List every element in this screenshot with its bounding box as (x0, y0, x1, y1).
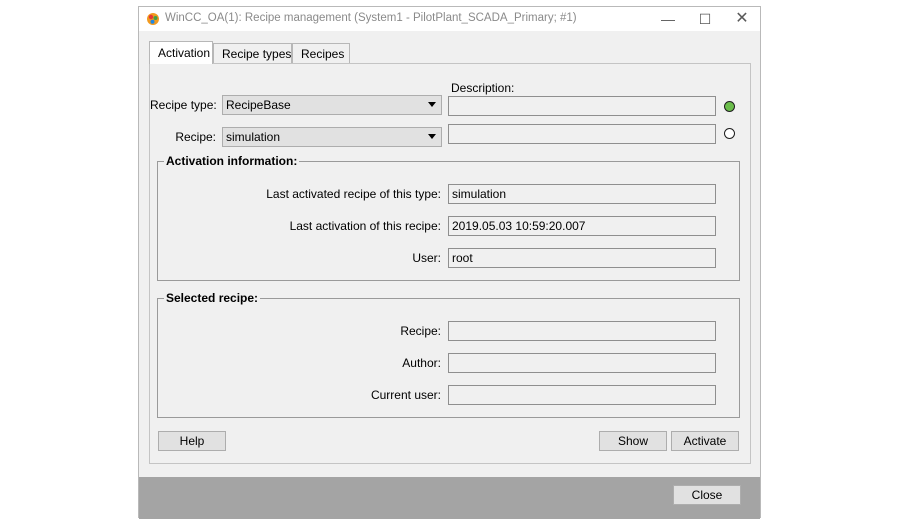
title-bar: WinCC_OA(1): Recipe management (System1 … (139, 7, 760, 31)
activation-information-group: Activation information: Last activated r… (157, 154, 740, 281)
selected-recipe-label: Recipe: (400, 324, 441, 338)
recipe-type-dropdown[interactable]: RecipeBase (222, 95, 442, 115)
last-activated-recipe-field: simulation (448, 184, 716, 204)
recipe-type-label: Recipe type: (150, 98, 217, 112)
recipe-dropdown[interactable]: simulation (222, 127, 442, 147)
author-field (448, 353, 716, 373)
current-user-label: Current user: (370, 388, 441, 402)
recipe-management-window: WinCC_OA(1): Recipe management (System1 … (138, 6, 761, 519)
show-button[interactable]: Show (599, 431, 667, 451)
selected-recipe-field (448, 321, 716, 341)
recipe-type-value: RecipeBase (226, 98, 291, 112)
recipe-description-field[interactable] (448, 124, 716, 144)
description-label: Description: (451, 81, 515, 95)
close-button[interactable]: Close (673, 485, 741, 505)
wincc-app-icon (147, 13, 159, 25)
author-label: Author: (402, 356, 441, 370)
close-window-button[interactable]: ✕ (724, 7, 760, 31)
window-title: WinCC_OA(1): Recipe management (System1 … (165, 12, 577, 24)
tab-activation[interactable]: Activation (149, 41, 213, 64)
tab-recipes[interactable]: Recipes (292, 43, 350, 63)
activation-panel: Description: Recipe type: RecipeBase Rec… (149, 63, 751, 464)
maximize-button[interactable]: ☐ (687, 7, 723, 31)
minimize-button[interactable]: — (650, 7, 686, 31)
last-activation-label: Last activation of this recipe: (289, 219, 441, 233)
current-user-field (448, 385, 716, 405)
activate-button[interactable]: Activate (671, 431, 739, 451)
recipe-value: simulation (226, 130, 281, 144)
last-activation-field: 2019.05.03 10:59:20.007 (448, 216, 716, 236)
tab-recipe-types[interactable]: Recipe types (213, 43, 292, 63)
recipe-status-led (724, 128, 735, 139)
last-activated-recipe-label: Last activated recipe of this type: (266, 187, 441, 201)
activation-information-title: Activation information: (164, 154, 300, 168)
selected-recipe-title: Selected recipe: (164, 291, 261, 305)
chevron-down-icon (428, 102, 436, 107)
recipe-label: Recipe: (175, 130, 216, 144)
user-label: User: (412, 251, 441, 265)
recipe-type-description-field[interactable] (448, 96, 716, 116)
recipe-type-status-led (724, 101, 735, 112)
selected-recipe-group: Selected recipe: Recipe: Author: Current… (157, 291, 740, 418)
help-button[interactable]: Help (158, 431, 226, 451)
user-field: root (448, 248, 716, 268)
footer-bar: Close (139, 477, 760, 519)
chevron-down-icon (428, 134, 436, 139)
